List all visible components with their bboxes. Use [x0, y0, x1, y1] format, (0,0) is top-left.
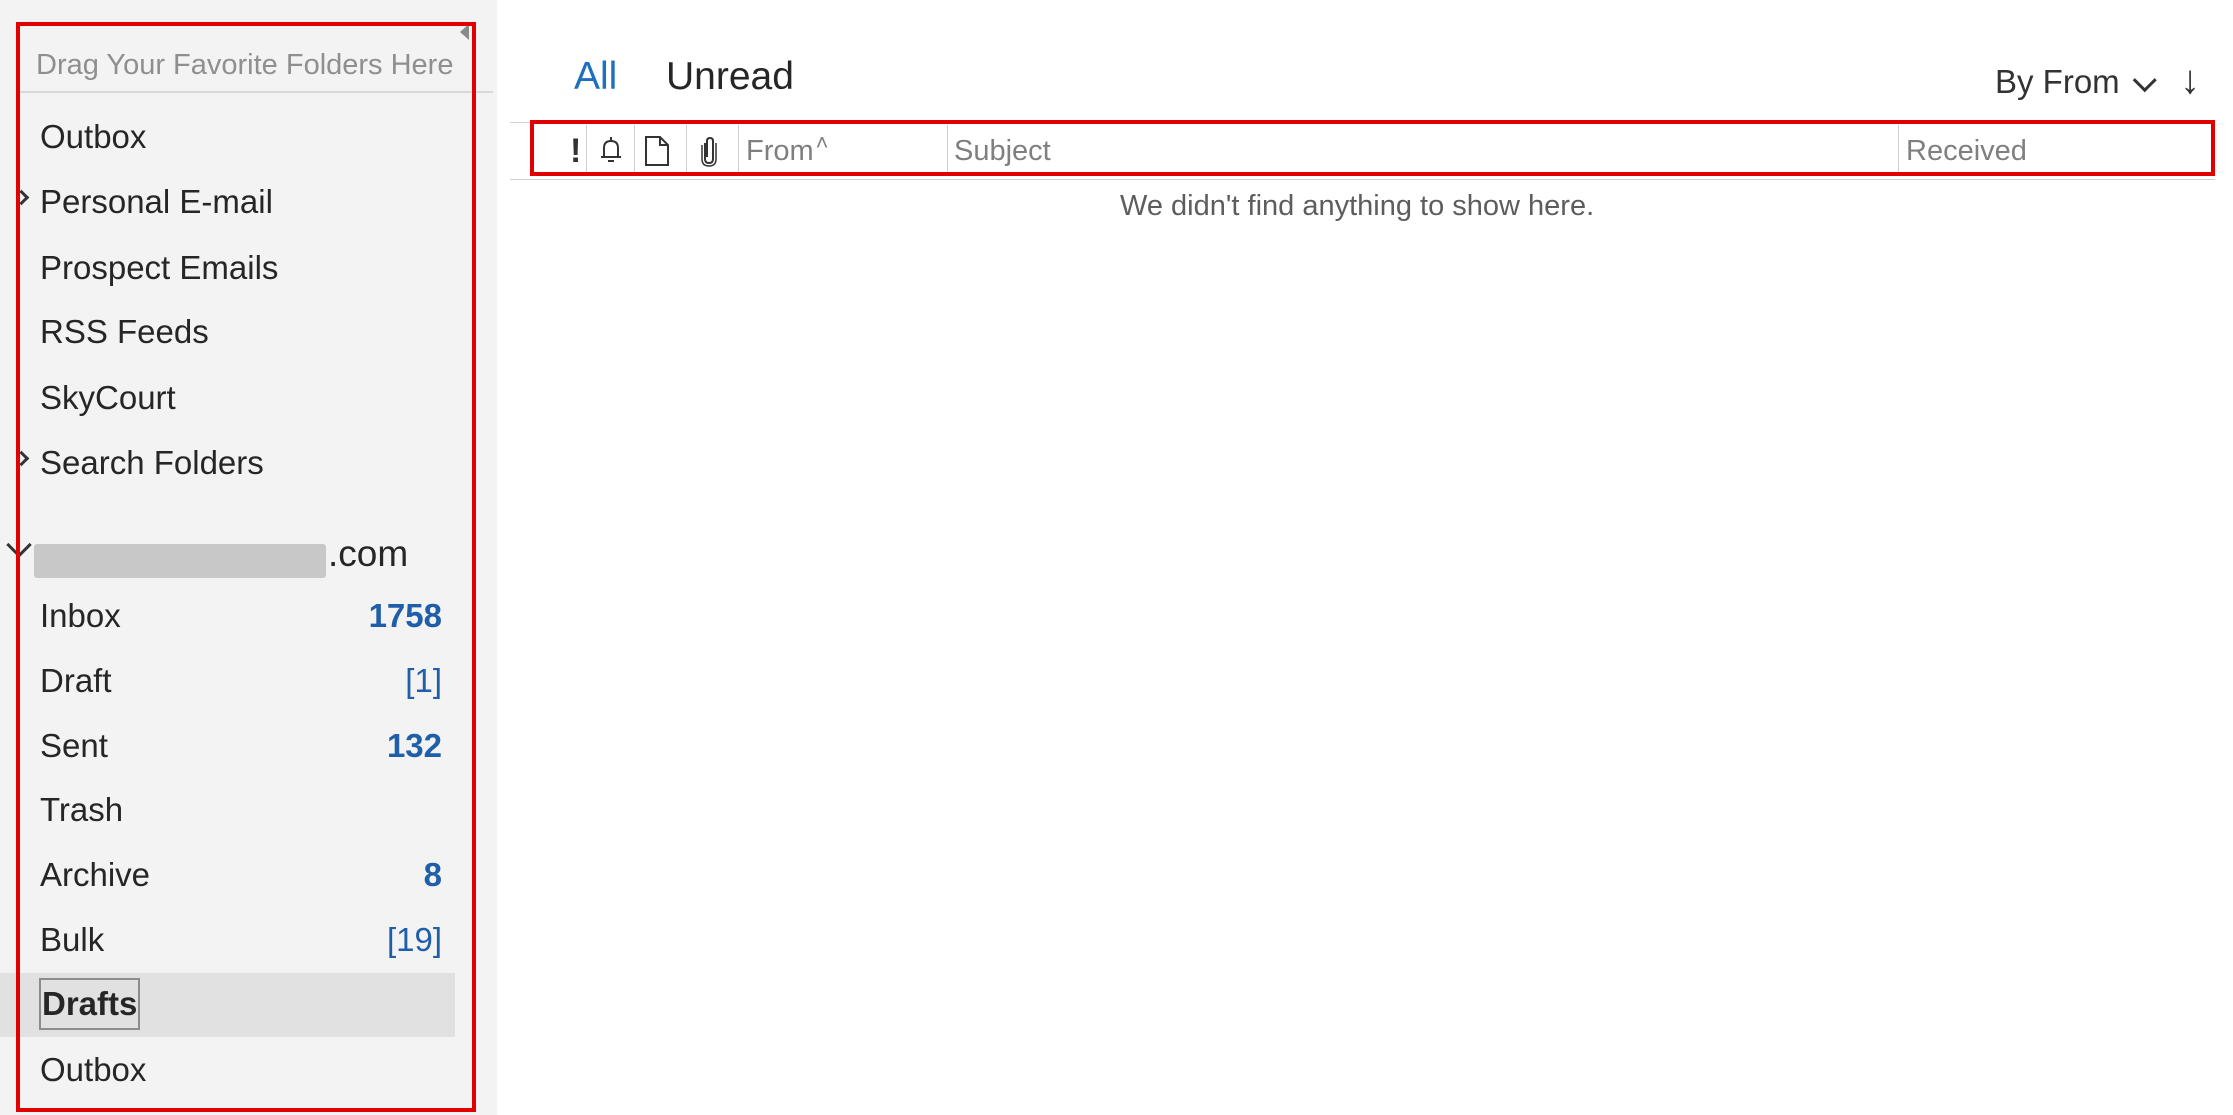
item-count: [19]: [386, 921, 442, 958]
folder-label: RSS Feeds: [40, 313, 209, 350]
column-header-from[interactable]: From˄: [746, 123, 829, 179]
favorites-divider: [18, 91, 493, 93]
column-separator[interactable]: [1898, 125, 1899, 175]
favorites-drop-zone[interactable]: Drag Your Favorite Folders Here: [36, 44, 466, 86]
folder-item-sent[interactable]: Sent 132: [0, 714, 455, 778]
column-from-label: From: [746, 135, 814, 167]
folder-label: Prospect Emails: [40, 249, 279, 286]
column-separator[interactable]: [686, 125, 687, 175]
item-count: [1]: [405, 662, 442, 699]
folder-item-drafts[interactable]: Drafts: [0, 973, 455, 1037]
attachment-paperclip-icon[interactable]: [698, 135, 720, 172]
folder-item-inbox[interactable]: Inbox 1758: [0, 584, 455, 648]
folder-label: Outbox: [40, 118, 147, 155]
folder-item-search-folders[interactable]: Search Folders: [0, 431, 455, 495]
column-header-subject[interactable]: Subject: [954, 123, 1051, 179]
folder-item-outbox-account[interactable]: Outbox: [0, 1038, 455, 1102]
folder-label: Bulk: [40, 921, 105, 958]
reminder-bell-icon[interactable]: [596, 135, 626, 170]
folder-label: Sent: [40, 727, 108, 764]
account-header[interactable]: .com: [0, 526, 460, 582]
sort-by-dropdown[interactable]: By From: [1995, 58, 2157, 106]
document-icon[interactable]: [644, 135, 670, 172]
empty-state-message: We didn't find anything to show here.: [1120, 190, 1595, 222]
sort-ascending-icon: ˄: [815, 130, 829, 155]
folder-label: SkyCourt: [40, 379, 176, 416]
folder-item-trash[interactable]: Trash: [0, 778, 455, 842]
folder-item-draft[interactable]: Draft [1]: [0, 649, 455, 713]
folder-label: Trash: [40, 791, 124, 828]
chevron-down-icon[interactable]: [6, 532, 32, 558]
folder-item-skycourt[interactable]: SkyCourt: [0, 366, 455, 430]
folder-item-prospect-emails[interactable]: Prospect Emails: [0, 236, 455, 300]
column-separator[interactable]: [586, 125, 587, 175]
unread-count: 8: [423, 856, 442, 893]
folder-item-bulk[interactable]: Bulk [19]: [0, 908, 455, 972]
account-label: .com: [328, 533, 409, 574]
folder-label: Search Folders: [40, 444, 264, 481]
column-header-row: ! From˄ Subject Received: [510, 122, 2215, 180]
unread-count: 1758: [368, 597, 442, 634]
collapse-pane-icon[interactable]: [460, 24, 469, 40]
folder-item-archive[interactable]: Archive 8: [0, 843, 455, 907]
folder-item-outbox[interactable]: Outbox: [0, 105, 455, 169]
tab-unread[interactable]: Unread: [666, 50, 794, 104]
redacted-email: [34, 544, 326, 578]
column-header-received[interactable]: Received: [1906, 123, 2027, 179]
folder-label: Archive: [40, 856, 151, 893]
folder-label: Draft: [40, 662, 112, 699]
chevron-right-icon[interactable]: [13, 450, 30, 467]
folder-label: Outbox: [40, 1051, 147, 1088]
importance-icon[interactable]: !: [570, 133, 581, 169]
column-separator[interactable]: [634, 125, 635, 175]
column-separator[interactable]: [947, 125, 948, 175]
folder-label: Personal E-mail: [40, 183, 273, 220]
folder-item-personal-email[interactable]: Personal E-mail: [0, 170, 455, 234]
folder-pane: Drag Your Favorite Folders Here Outbox P…: [0, 0, 497, 1115]
unread-count: 132: [386, 727, 442, 764]
sort-by-label: By From: [1995, 63, 2120, 100]
folder-label: Drafts: [38, 978, 141, 1030]
column-separator[interactable]: [738, 125, 739, 175]
folder-item-rss-feeds[interactable]: RSS Feeds: [0, 300, 455, 364]
sort-direction-button[interactable]: ↓: [2180, 56, 2200, 104]
chevron-down-icon: [2132, 68, 2157, 93]
chevron-right-icon[interactable]: [13, 189, 30, 206]
folder-label: Inbox: [40, 597, 121, 634]
tab-all[interactable]: All: [574, 50, 617, 104]
